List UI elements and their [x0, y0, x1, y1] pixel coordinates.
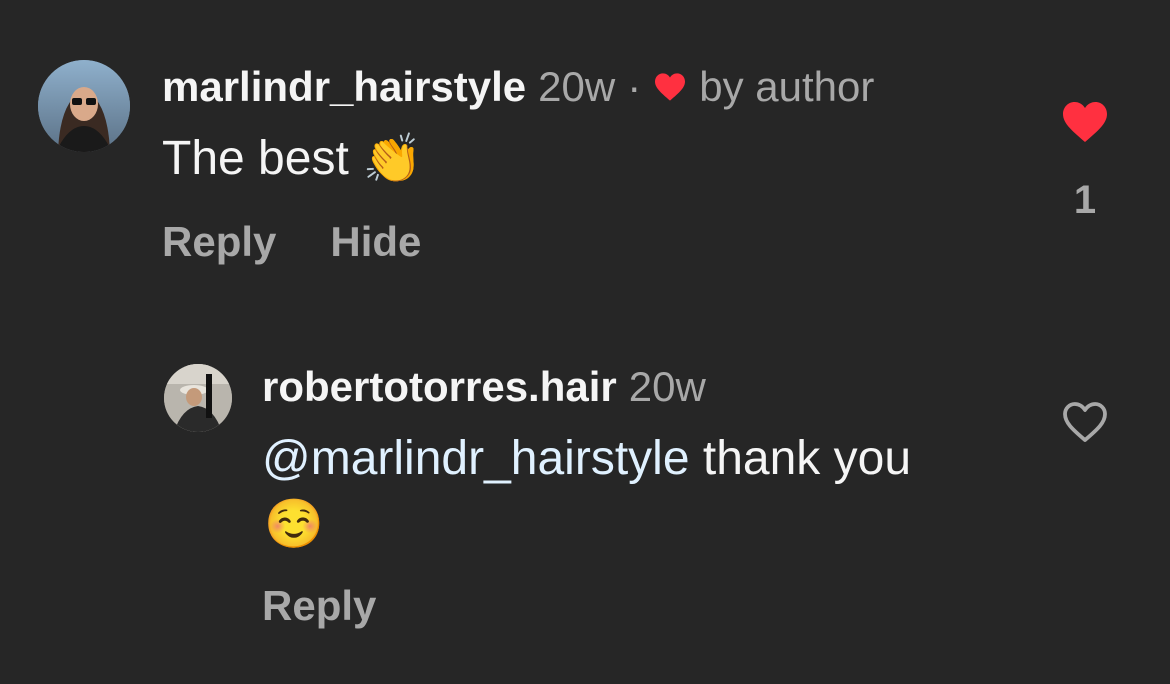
reply-button[interactable]: Reply: [162, 218, 276, 266]
meta-separator: ·: [627, 63, 642, 110]
comment-text: The best 👏: [162, 126, 423, 190]
comment-body: The best: [162, 131, 349, 185]
reply-text: @marlindr_hairstyle thank you: [262, 428, 1022, 490]
comment-time: 20w: [538, 63, 616, 110]
like-count: 1: [1073, 178, 1097, 222]
reply-time: 20w: [628, 363, 706, 410]
reply-username[interactable]: robertotorres.hair: [262, 363, 617, 411]
reply-header: robertotorres.hair 20w: [262, 362, 706, 412]
heart-outline-icon: [1063, 402, 1107, 442]
comment-username[interactable]: marlindr_hairstyle: [162, 63, 526, 111]
reply-body: thank you: [689, 432, 912, 485]
clapping-hands-emoji: 👏: [362, 132, 423, 186]
comment-like-button[interactable]: [1060, 100, 1110, 144]
heart-icon: [653, 72, 687, 102]
heart-filled-icon: [1063, 102, 1107, 142]
reply-avatar[interactable]: [164, 364, 232, 432]
comment-actions: Reply Hide: [162, 218, 421, 266]
reply-button[interactable]: Reply: [262, 582, 376, 629]
mention-link[interactable]: @marlindr_hairstyle: [262, 432, 690, 485]
comment-header: marlindr_hairstyle 20w · by author: [162, 62, 874, 112]
avatar[interactable]: [38, 60, 130, 152]
hide-button[interactable]: Hide: [330, 218, 421, 266]
reply-like-button[interactable]: [1060, 400, 1110, 444]
reply-actions: Reply: [262, 582, 376, 630]
liked-by-author-label: by author: [699, 63, 875, 110]
smiling-face-emoji: ☺️: [264, 498, 324, 551]
